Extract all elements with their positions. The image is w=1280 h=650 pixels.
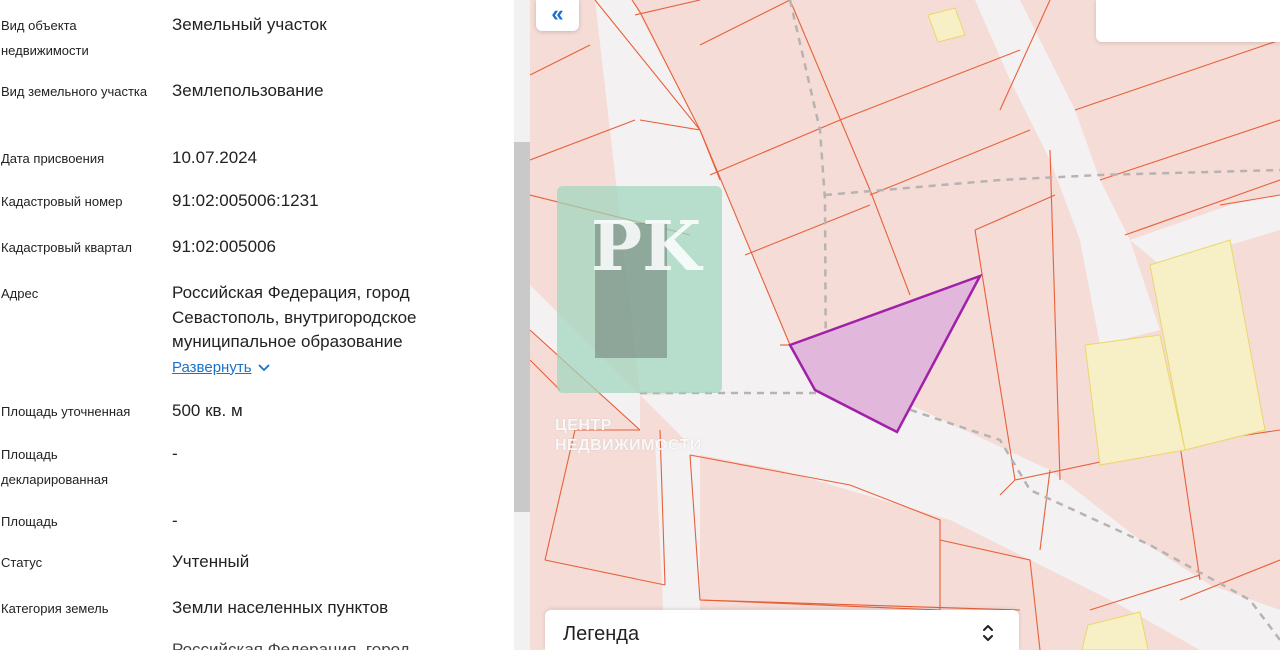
detail-label: Кадастровый квартал [1,240,132,255]
detail-label: Вид объекта недвижимости [1,18,89,58]
collapse-panel-button[interactable]: « [536,0,579,31]
map-search-box[interactable] [1096,0,1280,42]
expand-link[interactable]: Развернуть [172,358,270,378]
legend-bar[interactable]: Легенда [545,610,1019,650]
expand-link-label: Развернуть [172,358,252,376]
detail-label: Площадь [1,514,58,529]
property-details-panel: Вид объекта недвижимости Земельный участ… [0,0,514,650]
legend-title: Легенда [563,623,640,645]
detail-value: Земли населенных пунктов [172,598,389,617]
panel-scrollbar-thumb[interactable] [514,142,530,512]
detail-label: Площадь декларированная [1,447,109,487]
address-text: Российская Федерация, город Севастополь,… [172,283,417,351]
detail-value: 10.07.2024 [172,148,258,167]
detail-value: Учтенный [172,552,250,571]
detail-value: - [172,511,178,530]
chevron-up-down-icon [983,625,993,641]
detail-value: Землепользование [172,81,324,100]
detail-value[interactable]: 91:02:005006:1231 [172,189,472,214]
detail-value-truncated: Российская Федерация, город [172,640,410,650]
detail-value: Российская Федерация, город Севастополь,… [172,281,472,379]
detail-label: Площадь уточненная [1,404,131,419]
detail-label: Категория земель [1,601,109,616]
detail-label: Статус [1,555,43,570]
double-chevron-left-icon: « [551,0,564,26]
detail-value: Земельный участок [172,15,327,34]
detail-label: Адрес [1,286,39,301]
detail-value: - [172,444,178,463]
detail-label: Кадастровый номер [1,194,123,209]
cadastral-map[interactable] [530,0,1280,650]
detail-value: 500 кв. м [172,401,243,420]
detail-label: Вид земельного участка [1,84,148,99]
chevron-down-icon [258,364,269,371]
detail-label: Дата присвоения [1,151,105,166]
map-parcels [530,0,1280,650]
detail-value[interactable]: 91:02:005006 [172,235,472,260]
